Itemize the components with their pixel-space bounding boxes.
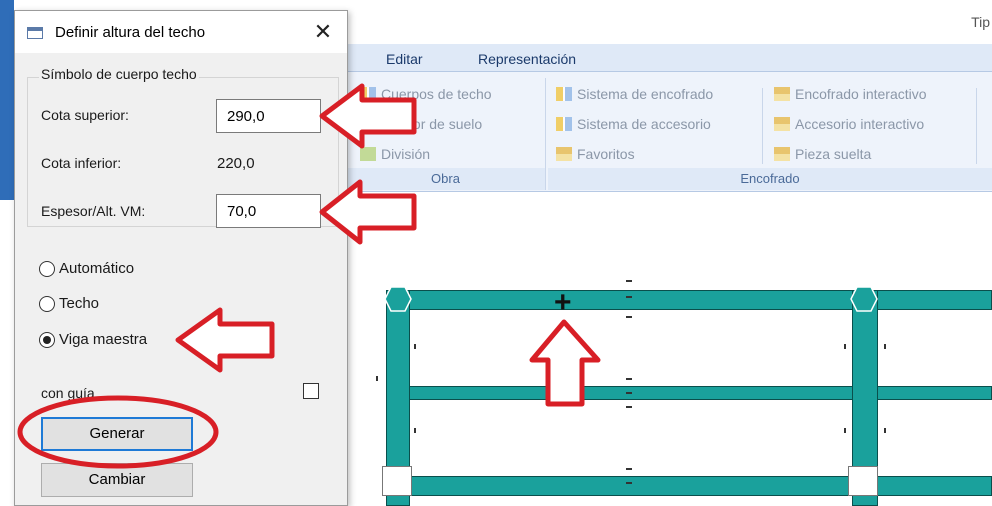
radio-indicator[interactable] xyxy=(39,260,55,277)
ribbon-item-pieza-suelta[interactable]: Pieza suelta xyxy=(774,146,871,162)
beam-top[interactable] xyxy=(386,290,992,310)
beam-bottom[interactable] xyxy=(386,476,992,496)
tab-editar[interactable]: Editar xyxy=(386,51,423,67)
cota-inferior-label: Cota inferior: xyxy=(41,155,122,171)
column-marker-icon xyxy=(850,286,878,312)
generar-button[interactable]: Generar xyxy=(41,417,193,451)
group-label: Símbolo de cuerpo techo xyxy=(39,66,199,82)
column-marker-icon xyxy=(384,286,412,312)
dimension-tick xyxy=(844,428,846,433)
con-guia-checkbox[interactable] xyxy=(303,383,319,399)
favoritos-icon xyxy=(556,147,572,161)
dialog-titlebar: Definir altura del techo ✕ xyxy=(15,11,347,53)
pieza-suelta-icon xyxy=(774,147,790,161)
drawing-canvas[interactable]: + xyxy=(350,192,992,506)
ribbon-group-obra: Cuerpos de techo Sensor de suelo Divisió… xyxy=(346,78,546,190)
dimension-tick xyxy=(844,344,846,349)
ribbon-group-label-encofrado: Encofrado xyxy=(548,168,992,190)
ribbon-item-sistema-de-accesorio[interactable]: Sistema de accesorio xyxy=(556,116,711,132)
ribbon-separator xyxy=(762,88,763,164)
dimension-tick xyxy=(884,428,886,433)
app-left-strip xyxy=(0,0,14,200)
sistema-de-accesorio-icon xyxy=(556,117,572,131)
radio-indicator[interactable] xyxy=(39,295,55,312)
ribbon-item-accesorio-interactivo[interactable]: Accesorio interactivo xyxy=(774,116,924,132)
sensor-de-suelo-icon xyxy=(360,117,376,131)
ribbon-group-encofrado: Sistema de encofrado Sistema de accesori… xyxy=(548,78,992,190)
espesor-label: Espesor/Alt. VM: xyxy=(41,203,146,219)
window-icon xyxy=(27,27,43,39)
cuerpos-de-techo-icon xyxy=(360,87,376,101)
radio-automatico[interactable]: Automático xyxy=(39,260,134,277)
dimension-tick xyxy=(626,296,632,298)
dimension-tick xyxy=(626,482,632,484)
ribbon-group-label-obra: Obra xyxy=(346,168,545,190)
dimension-tick xyxy=(626,316,632,318)
ribbon-item-division[interactable]: División xyxy=(360,146,430,162)
close-icon[interactable]: ✕ xyxy=(309,19,337,45)
app-title: Tip xyxy=(971,14,990,30)
dimension-tick xyxy=(626,392,632,394)
dimension-tick xyxy=(626,468,632,470)
dimension-tick xyxy=(626,406,632,408)
accesorio-interactivo-icon xyxy=(774,117,790,131)
node-box[interactable] xyxy=(848,466,878,496)
dimension-tick xyxy=(884,344,886,349)
cota-superior-label: Cota superior: xyxy=(41,107,129,123)
dimension-tick xyxy=(376,376,378,381)
dimension-tick xyxy=(626,280,632,282)
dialog-title: Definir altura del techo xyxy=(55,24,206,41)
ribbon-item-sistema-de-encofrado[interactable]: Sistema de encofrado xyxy=(556,86,713,102)
tab-representacion[interactable]: Representación xyxy=(478,51,576,67)
espesor-input[interactable] xyxy=(216,194,321,228)
beam-middle[interactable] xyxy=(386,386,992,400)
ribbon-item-encofrado-interactivo[interactable]: Encofrado interactivo xyxy=(774,86,927,102)
dimension-tick xyxy=(414,428,416,433)
dimension-tick xyxy=(414,344,416,349)
sistema-de-encofrado-icon xyxy=(556,87,572,101)
ribbon-item-cuerpos-de-techo[interactable]: Cuerpos de techo xyxy=(360,86,492,102)
con-guia-label: con guía xyxy=(41,385,95,401)
division-icon xyxy=(360,147,376,161)
radio-viga-maestra[interactable]: Viga maestra xyxy=(39,331,147,348)
ribbon-separator xyxy=(976,88,977,164)
ribbon-item-sensor-de-suelo[interactable]: Sensor de suelo xyxy=(360,116,482,132)
dimension-tick xyxy=(626,378,632,380)
cambiar-button[interactable]: Cambiar xyxy=(41,463,193,497)
encofrado-interactivo-icon xyxy=(774,87,790,101)
radio-indicator[interactable] xyxy=(39,331,55,348)
node-box[interactable] xyxy=(382,466,412,496)
cursor-crosshair-icon: + xyxy=(554,286,572,319)
radio-techo[interactable]: Techo xyxy=(39,295,99,312)
ribbon-item-favoritos[interactable]: Favoritos xyxy=(556,146,635,162)
cota-superior-input[interactable] xyxy=(216,99,321,133)
dialog-definir-altura-del-techo: Definir altura del techo ✕ Símbolo de cu… xyxy=(14,10,348,506)
cota-inferior-value: 220,0 xyxy=(217,155,255,172)
